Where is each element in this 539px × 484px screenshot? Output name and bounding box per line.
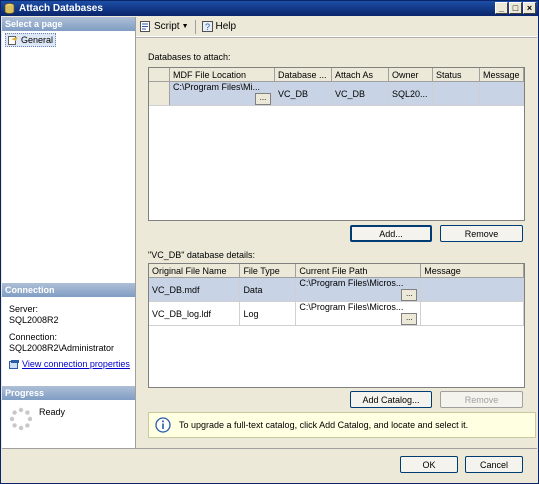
attach-as-cell[interactable]: VC_DB xyxy=(331,81,389,106)
column-header[interactable]: Original File Name xyxy=(149,264,241,278)
connection-value: SQL2008R2\Administrator xyxy=(9,343,115,353)
browse-button[interactable]: ... xyxy=(401,289,418,301)
view-connection-properties[interactable]: View connection properties xyxy=(9,359,130,370)
server-value: SQL2008R2 xyxy=(9,315,59,325)
toolbar-separator xyxy=(194,19,196,34)
file-path-cell[interactable]: C:\Program Files\Micros... ... xyxy=(295,277,422,302)
file-path-value: C:\Program Files\Micros... xyxy=(299,278,404,288)
page-icon xyxy=(8,35,18,45)
help-icon: ? xyxy=(201,21,213,32)
databases-grid[interactable]: MDF File Location Database ... Attach As… xyxy=(148,67,525,221)
details-grid[interactable]: Original File Name File Type Current Fil… xyxy=(148,263,525,388)
mdf-location-value: C:\Program Files\Mi... xyxy=(173,82,261,92)
column-header[interactable]: Owner xyxy=(388,68,433,82)
table-row[interactable]: VC_DB.mdf Data C:\Program Files\Micros..… xyxy=(149,277,524,302)
message-cell xyxy=(479,81,524,106)
status-cell xyxy=(432,81,480,106)
properties-icon xyxy=(9,360,19,369)
ok-button[interactable]: OK xyxy=(400,456,458,473)
title-bar[interactable]: Attach Databases _ □ × xyxy=(1,1,538,16)
column-header[interactable]: Database ... xyxy=(274,68,332,82)
maximize-button[interactable]: □ xyxy=(509,2,522,14)
remove-button[interactable]: Remove xyxy=(440,225,523,242)
progress-status: Ready xyxy=(39,407,66,417)
toolbar: Script ▼ ? Help xyxy=(136,17,537,37)
cancel-button[interactable]: Cancel xyxy=(465,456,523,473)
column-header[interactable]: Current File Path xyxy=(295,264,422,278)
left-pane: Select a page General Connection Server:… xyxy=(2,17,136,448)
connection-header: Connection xyxy=(2,283,135,297)
column-header[interactable]: Message xyxy=(479,68,524,82)
info-bar: To upgrade a full-text catalog, click Ad… xyxy=(148,412,536,438)
script-icon xyxy=(140,21,150,32)
chevron-down-icon[interactable]: ▼ xyxy=(182,23,189,30)
table-row[interactable]: C:\Program Files\Mi... ... VC_DB VC_DB S… xyxy=(149,81,524,106)
minimize-button[interactable]: _ xyxy=(495,2,508,14)
column-header[interactable]: Attach As xyxy=(331,68,389,82)
file-path-value: C:\Program Files\Micros... xyxy=(299,302,404,312)
info-text: To upgrade a full-text catalog, click Ad… xyxy=(179,420,469,430)
attach-databases-window: Attach Databases _ □ × Select a page Gen… xyxy=(0,0,539,484)
database-icon xyxy=(4,3,15,14)
dialog-footer: OK Cancel xyxy=(2,448,537,483)
script-label: Script xyxy=(154,21,180,32)
database-details-label: "VC_DB" database details: xyxy=(148,250,255,260)
add-button[interactable]: Add... xyxy=(350,225,432,242)
script-button[interactable]: Script ▼ xyxy=(140,21,189,32)
select-page-header: Select a page xyxy=(2,17,135,31)
owner-cell[interactable]: SQL20... xyxy=(388,81,433,106)
message-cell xyxy=(420,301,524,326)
server-label: Server: xyxy=(9,304,39,314)
message-cell xyxy=(420,277,524,302)
remove-catalog-button[interactable]: Remove xyxy=(440,391,523,408)
row-selector[interactable] xyxy=(149,81,170,106)
column-header[interactable]: Message xyxy=(420,264,524,278)
database-cell: VC_DB xyxy=(274,81,332,106)
table-row[interactable]: VC_DB_log.ldf Log C:\Program Files\Micro… xyxy=(149,301,524,326)
progress-spinner-icon xyxy=(9,407,33,431)
right-pane: Script ▼ ? Help Databases to attach: MDF… xyxy=(136,17,537,448)
file-name-cell: VC_DB_log.ldf xyxy=(149,301,241,326)
file-type-cell: Log xyxy=(239,301,297,326)
nav-item-label: General xyxy=(21,35,54,45)
file-path-cell[interactable]: C:\Program Files\Micros... ... xyxy=(295,301,422,326)
view-connection-link[interactable]: View connection properties xyxy=(22,359,130,370)
column-header[interactable]: Status xyxy=(432,68,480,82)
help-label: Help xyxy=(215,21,237,32)
window-title: Attach Databases xyxy=(19,3,103,14)
databases-to-attach-label: Databases to attach: xyxy=(148,52,231,62)
help-button[interactable]: ? Help xyxy=(201,21,237,32)
browse-button[interactable]: ... xyxy=(401,313,418,325)
file-type-cell: Data xyxy=(239,277,297,302)
browse-button[interactable]: ... xyxy=(255,93,271,105)
row-header-corner xyxy=(149,68,170,82)
progress-header: Progress xyxy=(2,386,135,400)
column-header[interactable]: MDF File Location xyxy=(169,68,275,82)
add-catalog-button[interactable]: Add Catalog... xyxy=(350,391,432,408)
info-icon xyxy=(155,417,171,433)
mdf-location-cell[interactable]: C:\Program Files\Mi... ... xyxy=(169,81,275,106)
connection-label: Connection: xyxy=(9,332,58,342)
close-button[interactable]: × xyxy=(523,2,536,14)
nav-item-general[interactable]: General xyxy=(5,33,57,47)
svg-text:?: ? xyxy=(204,22,209,32)
column-header[interactable]: File Type xyxy=(239,264,297,278)
file-name-cell: VC_DB.mdf xyxy=(149,277,241,302)
